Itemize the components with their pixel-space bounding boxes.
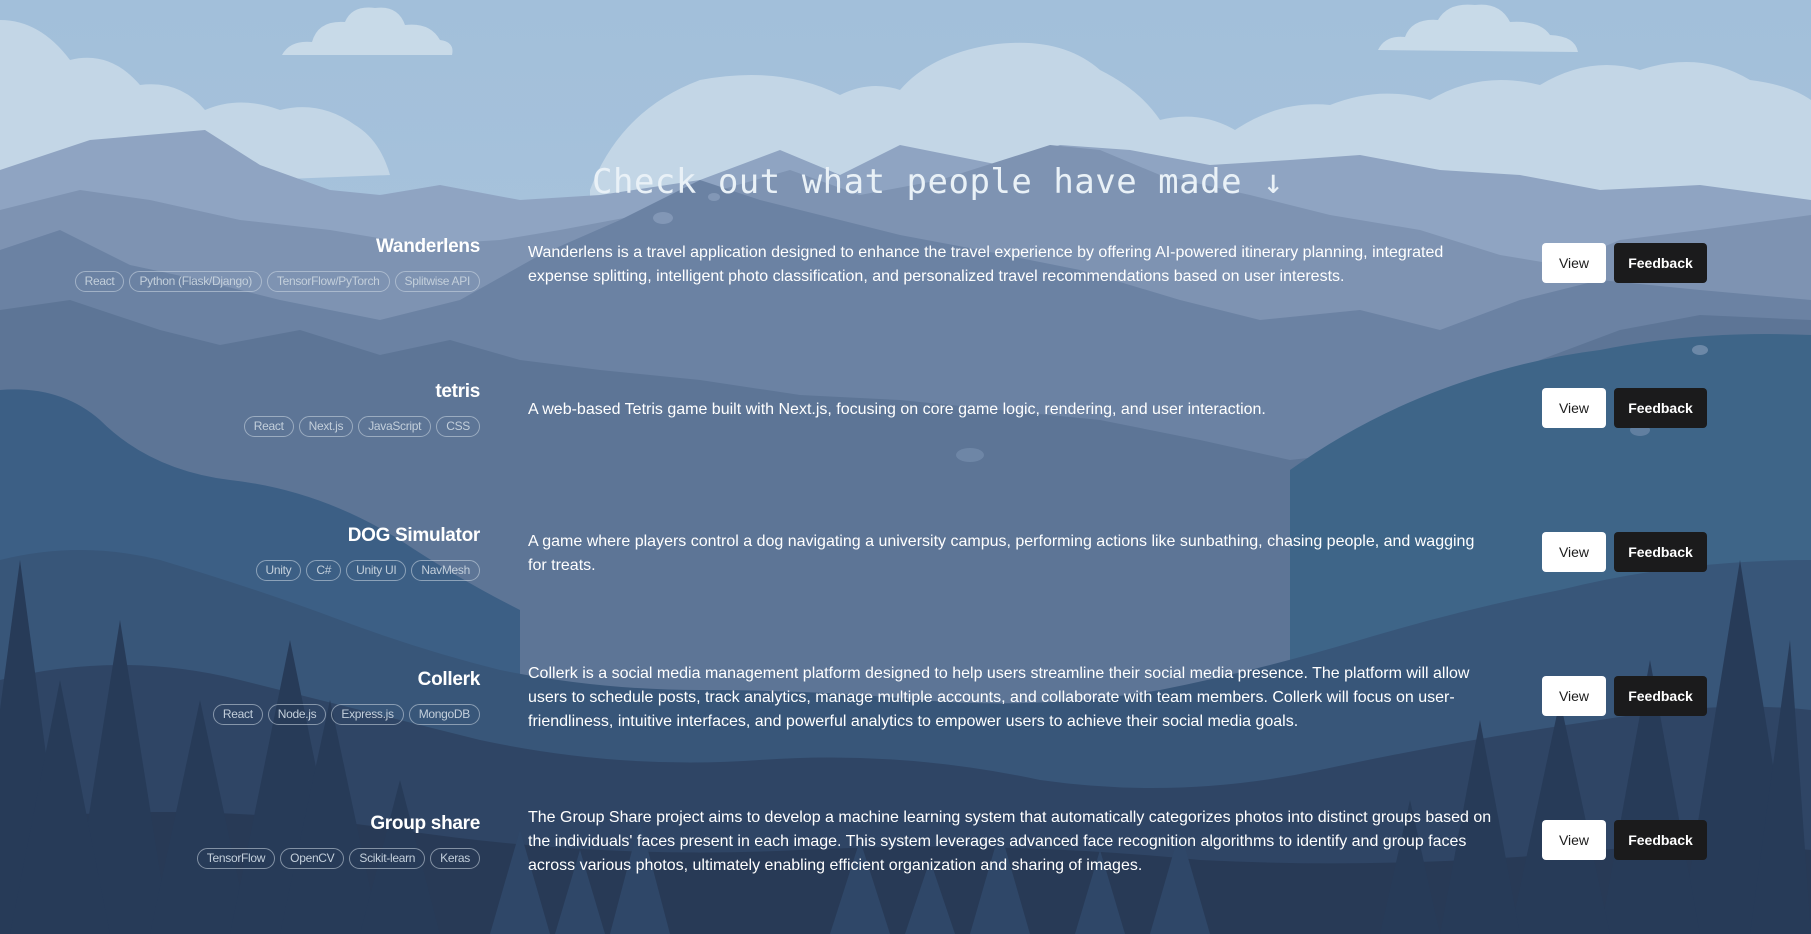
project-description: A web-based Tetris game built with Next.… xyxy=(528,401,1266,418)
project-name: Collerk xyxy=(417,669,481,690)
tech-tag: Splitwise API xyxy=(394,271,480,292)
tech-tag: React xyxy=(74,271,125,292)
project-tags: React Node.js Express.js MongoDB xyxy=(20,704,480,725)
project-meta: Group share TensorFlow OpenCV Scikit-learn K… xyxy=(20,804,480,869)
feedback-button[interactable]: Feedback xyxy=(1614,532,1707,572)
feedback-button[interactable]: Feedback xyxy=(1614,243,1707,283)
tech-tag: NavMesh xyxy=(411,560,480,581)
tech-tag: Express.js xyxy=(331,704,404,725)
project-row: Group share TensorFlow OpenCV Scikit-learn K… xyxy=(0,809,1811,930)
tech-tag: Unity xyxy=(255,560,302,581)
project-description: A game where players control a dog navig… xyxy=(528,533,1475,574)
view-button[interactable]: View xyxy=(1542,388,1606,428)
project-actions: View Feedback xyxy=(1542,243,1707,283)
tech-tag: Scikit-learn xyxy=(349,848,426,869)
project-description: Wanderlens is a travel application desig… xyxy=(528,244,1444,285)
project-meta: DOG Simulator Unity C# Unity UI NavMesh xyxy=(20,516,480,581)
view-button[interactable]: View xyxy=(1542,820,1606,860)
tech-tag: CSS xyxy=(436,416,480,437)
project-name: DOG Simulator xyxy=(347,525,481,546)
project-actions: View Feedback xyxy=(1542,532,1707,572)
view-button[interactable]: View xyxy=(1542,532,1606,572)
tech-tag: OpenCV xyxy=(280,848,345,869)
tech-tag: C# xyxy=(306,560,342,581)
project-actions: View Feedback xyxy=(1542,388,1707,428)
project-meta: Collerk React Node.js Express.js MongoDB xyxy=(20,660,480,725)
tech-tag: TensorFlow/PyTorch xyxy=(266,271,390,292)
project-name: tetris xyxy=(435,381,480,402)
project-actions: View Feedback xyxy=(1542,820,1707,860)
tech-tag: Keras xyxy=(430,848,480,869)
tech-tag: Python (Flask/Django) xyxy=(129,271,262,292)
project-description: The Group Share project aims to develop … xyxy=(528,809,1492,874)
tech-tag: React xyxy=(243,416,294,437)
feedback-button[interactable]: Feedback xyxy=(1614,676,1707,716)
tech-tag: TensorFlow xyxy=(196,848,276,869)
feedback-button[interactable]: Feedback xyxy=(1614,820,1707,860)
project-tags: React Python (Flask/Django) TensorFlow/PyT… xyxy=(20,271,480,292)
project-row: Wanderlens React Python (Flask/Django) Tens… xyxy=(0,236,1811,353)
view-button[interactable]: View xyxy=(1542,243,1606,283)
tech-tag: JavaScript xyxy=(358,416,432,437)
view-button[interactable]: View xyxy=(1542,676,1606,716)
tech-tag: Unity UI xyxy=(346,560,407,581)
project-description: Collerk is a social media management pla… xyxy=(528,665,1470,730)
tech-tag: Node.js xyxy=(267,704,327,725)
project-row: tetris React Next.js JavaScript CSS A web-bas… xyxy=(0,381,1811,498)
project-meta: Wanderlens React Python (Flask/Django) Tens… xyxy=(20,227,480,292)
tech-tag: Next.js xyxy=(298,416,354,437)
tech-tag: React xyxy=(212,704,263,725)
page-content: Check out what people have made ↓ Wander… xyxy=(0,0,1811,934)
project-actions: View Feedback xyxy=(1542,676,1707,716)
feedback-button[interactable]: Feedback xyxy=(1614,388,1707,428)
project-tags: Unity C# Unity UI NavMesh xyxy=(20,560,480,581)
project-name: Group share xyxy=(370,813,480,834)
project-tags: React Next.js JavaScript CSS xyxy=(20,416,480,437)
project-meta: tetris React Next.js JavaScript CSS xyxy=(20,372,480,437)
project-tags: TensorFlow OpenCV Scikit-learn Keras xyxy=(20,848,480,869)
project-row: Collerk React Node.js Express.js MongoDB Coll… xyxy=(0,665,1811,786)
project-name: Wanderlens xyxy=(376,236,480,257)
project-row: DOG Simulator Unity C# Unity UI NavMesh A gam… xyxy=(0,525,1811,642)
tech-tag: MongoDB xyxy=(408,704,480,725)
page-heading: Check out what people have made ↓ xyxy=(592,162,1285,202)
